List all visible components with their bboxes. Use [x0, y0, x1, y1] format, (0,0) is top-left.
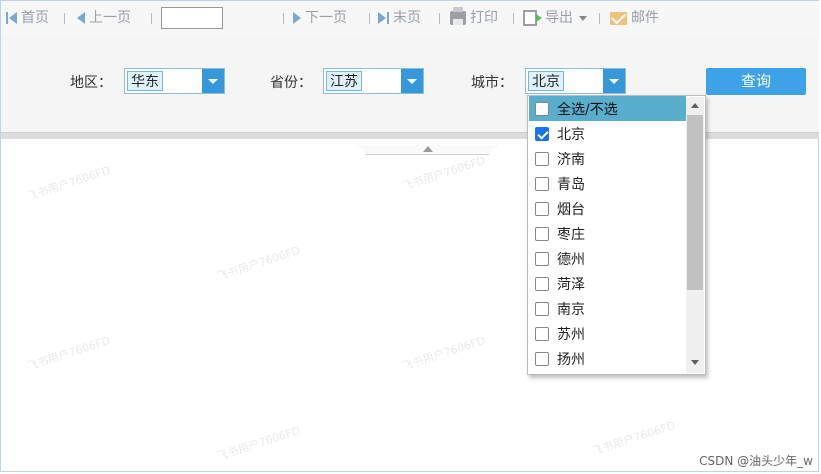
- scroll-thumb[interactable]: [687, 115, 703, 290]
- print-label: 打印: [470, 10, 498, 26]
- chevron-down-icon[interactable]: [202, 69, 224, 93]
- toolbar-divider: [369, 13, 370, 24]
- chevron-up-icon: [423, 146, 433, 152]
- last-page-icon: [378, 12, 389, 24]
- first-page-button[interactable]: 首页: [6, 9, 49, 27]
- city-option[interactable]: 济南: [529, 146, 686, 171]
- checkbox[interactable]: [535, 251, 549, 266]
- footer-credit: CSDN @油头少年_w: [699, 454, 813, 468]
- toolbar-divider: [439, 13, 440, 24]
- city-option[interactable]: 菏泽: [529, 271, 686, 296]
- export-button[interactable]: 导出: [523, 9, 587, 27]
- chevron-down-icon[interactable]: [603, 69, 625, 93]
- option-label: 菏泽: [557, 276, 585, 293]
- region-label: 地区：: [70, 75, 112, 91]
- city-value: 北京: [528, 71, 564, 91]
- scroll-up-icon[interactable]: [691, 103, 699, 108]
- checkbox[interactable]: [535, 301, 549, 316]
- printer-icon: [450, 7, 466, 25]
- checkbox[interactable]: [535, 101, 549, 116]
- city-option[interactable]: 烟台: [529, 196, 686, 221]
- option-label: 烟台: [557, 201, 585, 218]
- checkbox[interactable]: [535, 226, 549, 241]
- checkbox[interactable]: [535, 151, 549, 166]
- next-page-icon: [293, 12, 301, 24]
- city-option[interactable]: 德州: [529, 246, 686, 271]
- query-button[interactable]: 查询: [706, 68, 806, 95]
- report-toolbar: 首页 上一页 下一页 末页 打印 导出 邮件: [1, 1, 819, 36]
- checkbox[interactable]: [535, 201, 549, 216]
- toolbar-divider: [283, 13, 284, 24]
- chevron-down-icon: [579, 15, 587, 21]
- option-label: 青岛: [557, 176, 585, 193]
- toolbar-divider: [151, 13, 152, 24]
- region-select[interactable]: 华东: [124, 68, 225, 94]
- city-option[interactable]: 苏州: [529, 321, 686, 346]
- option-label: 济南: [557, 151, 585, 168]
- mail-icon: [610, 11, 627, 25]
- checkbox-checked[interactable]: [535, 126, 549, 141]
- print-button[interactable]: 打印: [450, 7, 498, 27]
- city-option[interactable]: 南京: [529, 296, 686, 321]
- province-select[interactable]: 江苏: [323, 68, 424, 94]
- select-all-option[interactable]: 全选/不选: [529, 96, 686, 121]
- toolbar-divider: [64, 13, 65, 24]
- city-option[interactable]: 枣庄: [529, 221, 686, 246]
- mail-label: 邮件: [631, 10, 659, 26]
- city-select[interactable]: 北京: [525, 68, 626, 94]
- first-page-icon: [6, 12, 17, 24]
- export-icon: [523, 10, 542, 26]
- province-label: 省份：: [270, 75, 312, 91]
- scroll-down-icon[interactable]: [691, 360, 699, 365]
- last-page-label: 末页: [393, 10, 421, 26]
- checkbox[interactable]: [535, 276, 549, 291]
- province-value: 江苏: [326, 71, 362, 91]
- option-label: 扬州: [557, 351, 585, 368]
- prev-page-button[interactable]: 上一页: [77, 9, 131, 27]
- toolbar-divider: [599, 13, 600, 24]
- next-page-label: 下一页: [305, 10, 347, 26]
- prev-page-icon: [77, 12, 85, 24]
- option-label: 南京: [557, 301, 585, 318]
- checkbox[interactable]: [535, 326, 549, 341]
- page-number-input[interactable]: [161, 7, 223, 29]
- option-label: 北京: [557, 126, 585, 143]
- last-page-button[interactable]: 末页: [378, 9, 421, 27]
- option-label: 德州: [557, 251, 585, 268]
- first-page-label: 首页: [21, 10, 49, 26]
- mail-button[interactable]: 邮件: [610, 9, 659, 27]
- toolbar-divider: [513, 13, 514, 24]
- city-option[interactable]: 北京: [529, 121, 686, 146]
- prev-page-label: 上一页: [89, 10, 131, 26]
- option-label: 全选/不选: [557, 101, 618, 118]
- option-label: 枣庄: [557, 226, 585, 243]
- city-option[interactable]: 扬州: [529, 346, 686, 371]
- city-option[interactable]: 青岛: [529, 171, 686, 196]
- checkbox[interactable]: [535, 351, 549, 366]
- next-page-button[interactable]: 下一页: [293, 9, 347, 27]
- region-value: 华东: [127, 71, 163, 91]
- dropdown-scrollbar[interactable]: [686, 97, 704, 373]
- checkbox[interactable]: [535, 176, 549, 191]
- option-label: 苏州: [557, 326, 585, 343]
- chevron-down-icon[interactable]: [401, 69, 423, 93]
- city-label: 城市：: [471, 75, 513, 91]
- export-label: 导出: [545, 10, 573, 26]
- city-dropdown-list: 全选/不选北京济南青岛烟台枣庄德州菏泽南京苏州扬州: [527, 95, 706, 375]
